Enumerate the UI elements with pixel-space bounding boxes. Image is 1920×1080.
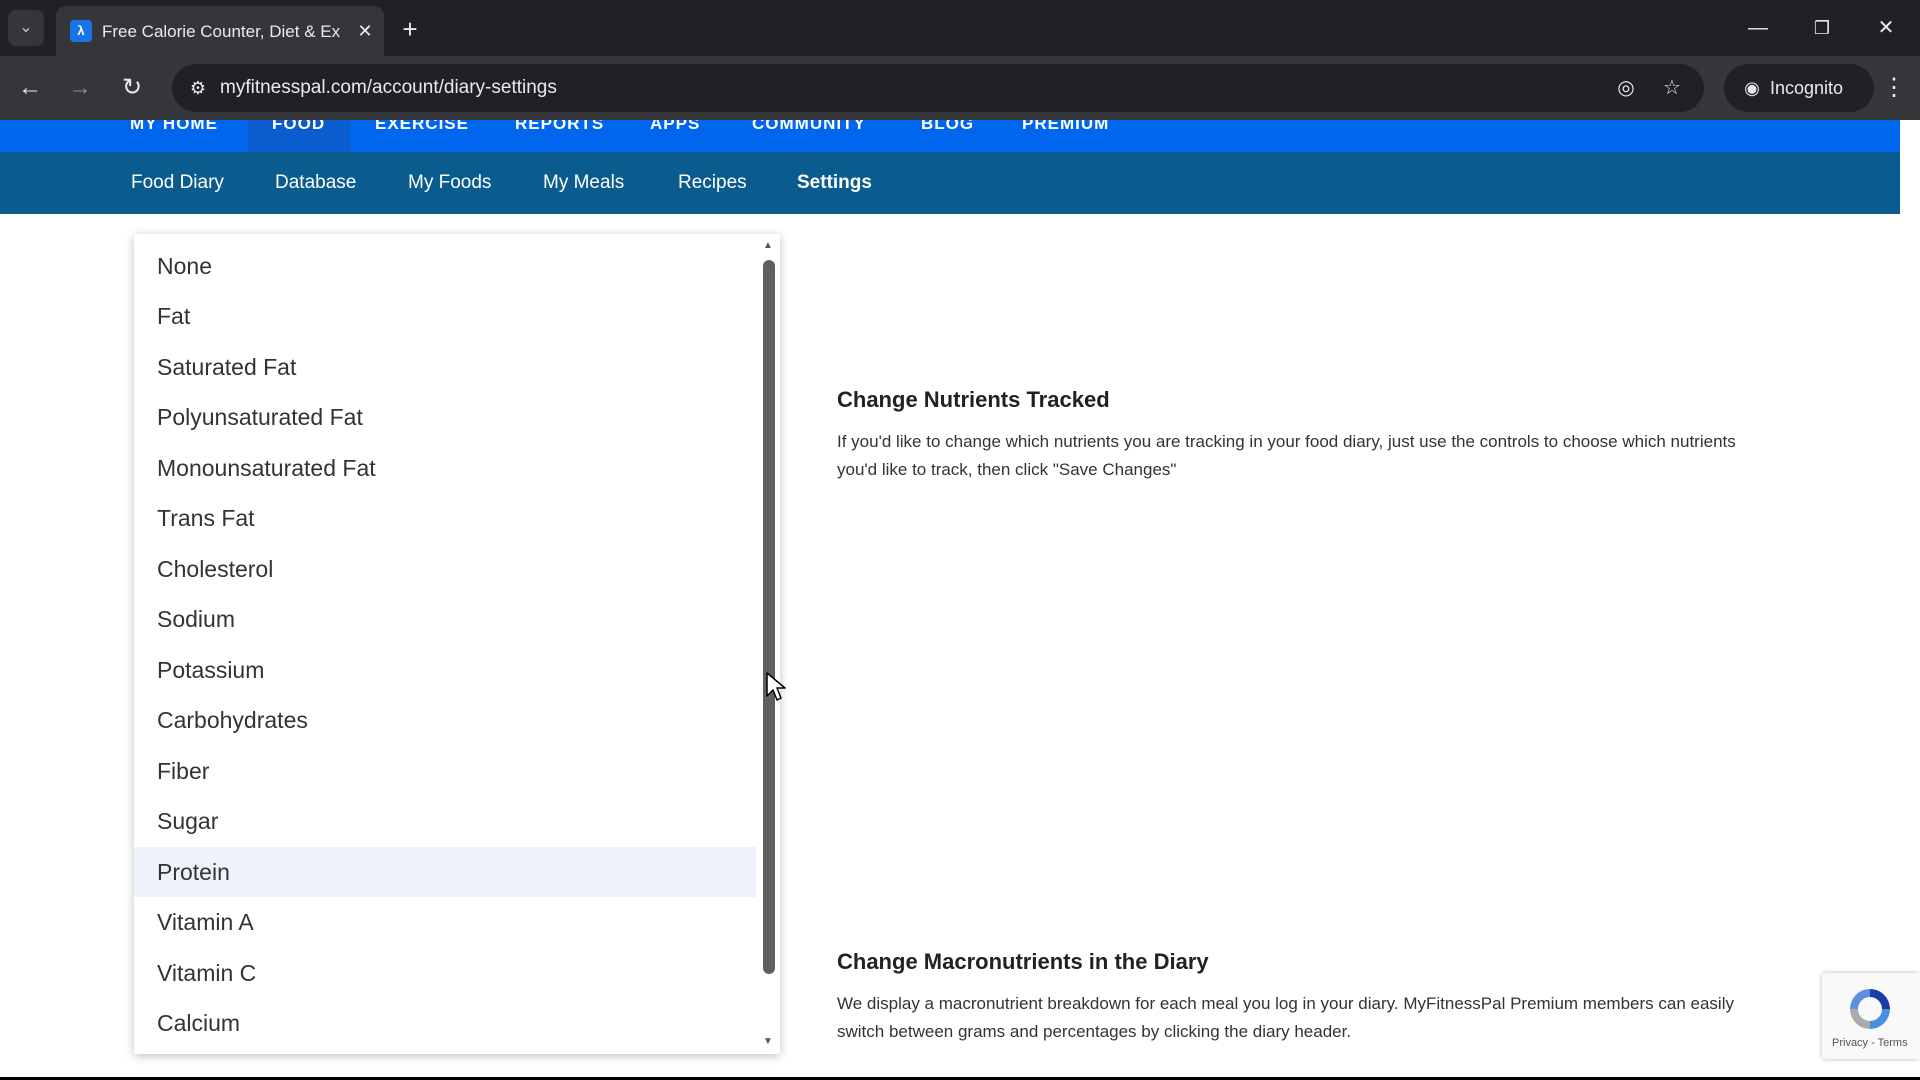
close-window-icon[interactable]: ✕ — [1858, 8, 1914, 48]
top-nav-food[interactable]: FOOD — [272, 120, 325, 144]
star-icon[interactable]: ☆ — [1658, 76, 1686, 100]
top-nav-reports[interactable]: REPORTS — [515, 120, 604, 144]
eye-off-icon[interactable]: ◎ — [1612, 76, 1640, 100]
back-icon[interactable]: ← — [10, 68, 50, 108]
main-content: None Fat Saturated Fat Polyunsaturated F… — [0, 214, 1920, 1080]
dropdown-option-fat[interactable]: Fat — [134, 291, 762, 341]
sub-nav-database[interactable]: Database — [275, 172, 356, 194]
sub-nav-food-diary[interactable]: Food Diary — [131, 172, 224, 194]
macros-section-text: We display a macronutrient breakdown for… — [837, 994, 1734, 1041]
sub-nav-settings[interactable]: Settings — [797, 172, 872, 194]
dropdown-option-none[interactable]: None — [134, 241, 762, 291]
dropdown-option-potassium[interactable]: Potassium — [134, 645, 762, 695]
forward-icon[interactable]: → — [60, 68, 100, 108]
browser-tab-bar: ⌄ λ Free Calorie Counter, Diet & Ex ✕ + … — [0, 0, 1920, 56]
nutrient-dropdown-list[interactable]: None Fat Saturated Fat Polyunsaturated F… — [134, 234, 780, 1054]
mouse-cursor-icon — [766, 672, 786, 701]
favicon-icon: λ — [70, 20, 92, 42]
nutrients-section-heading: Change Nutrients Tracked — [837, 387, 1110, 412]
top-nav-premium[interactable]: PREMIUM — [1022, 120, 1109, 144]
url-text[interactable]: myfitnesspal.com/account/diary-settings — [220, 77, 557, 99]
incognito-badge[interactable]: ◉ Incognito — [1724, 64, 1874, 112]
browser-toolbar: ← → ↻ ⚙ myfitnesspal.com/account/diary-s… — [0, 56, 1920, 120]
dropdown-option-carbohydrates[interactable]: Carbohydrates — [134, 695, 762, 745]
recaptcha-icon — [1850, 989, 1890, 1029]
dropdown-option-sugar[interactable]: Sugar — [134, 796, 762, 846]
incognito-label: Incognito — [1770, 78, 1844, 98]
incognito-icon: ◉ — [1744, 78, 1760, 98]
recaptcha-badge[interactable]: Privacy - Terms — [1822, 973, 1920, 1059]
browser-tab[interactable]: λ Free Calorie Counter, Diet & Ex ✕ — [56, 6, 384, 56]
dropdown-option-vitamin-c[interactable]: Vitamin C — [134, 948, 762, 998]
site-info-icon[interactable]: ⚙ — [186, 76, 210, 100]
sub-nav-my-meals[interactable]: My Meals — [543, 172, 624, 194]
dropdown-option-cholesterol[interactable]: Cholesterol — [134, 544, 762, 594]
site-top-nav: MY HOME FOOD EXERCISE REPORTS APPS COMMU… — [0, 120, 1900, 152]
tab-list-icon[interactable]: ⌄ — [8, 10, 44, 46]
restore-icon[interactable]: ❐ — [1794, 8, 1850, 48]
sub-nav-recipes[interactable]: Recipes — [678, 172, 747, 194]
dropdown-option-trans-fat[interactable]: Trans Fat — [134, 493, 762, 543]
tab-title: Free Calorie Counter, Diet & Ex — [102, 22, 341, 41]
dropdown-option-polyunsaturated-fat[interactable]: Polyunsaturated Fat — [134, 392, 762, 442]
sub-nav-my-foods[interactable]: My Foods — [408, 172, 491, 194]
top-nav-apps[interactable]: APPS — [650, 120, 700, 144]
dropdown-option-protein[interactable]: Protein — [134, 847, 762, 897]
close-icon[interactable]: ✕ — [352, 18, 378, 44]
top-nav-my-home[interactable]: MY HOME — [130, 120, 218, 144]
nutrients-section-text: If you'd like to change which nutrients … — [837, 432, 1736, 479]
macros-section-heading: Change Macronutrients in the Diary — [837, 949, 1209, 974]
minimize-icon[interactable]: — — [1730, 8, 1786, 48]
scrollbar-thumb[interactable] — [763, 260, 775, 974]
top-nav-exercise[interactable]: EXERCISE — [375, 120, 469, 144]
address-bar[interactable]: ⚙ myfitnesspal.com/account/diary-setting… — [172, 64, 1704, 112]
recaptcha-links[interactable]: Privacy - Terms — [1832, 1037, 1908, 1049]
scroll-up-icon[interactable]: ▲ — [762, 240, 774, 252]
reload-icon[interactable]: ↻ — [112, 68, 152, 108]
dropdown-option-fiber[interactable]: Fiber — [134, 746, 762, 796]
dropdown-option-monounsaturated-fat[interactable]: Monounsaturated Fat — [134, 443, 762, 493]
scroll-down-icon[interactable]: ▼ — [762, 1036, 774, 1048]
dropdown-option-saturated-fat[interactable]: Saturated Fat — [134, 342, 762, 392]
site-sub-nav: Food Diary Database My Foods My Meals Re… — [0, 152, 1900, 214]
dropdown-option-sodium[interactable]: Sodium — [134, 594, 762, 644]
plus-icon[interactable]: + — [392, 12, 428, 48]
dropdown-option-calcium[interactable]: Calcium — [134, 998, 762, 1048]
kebab-menu-icon[interactable]: ⋮ — [1876, 68, 1912, 108]
dropdown-option-vitamin-a[interactable]: Vitamin A — [134, 897, 762, 947]
top-nav-community[interactable]: COMMUNITY — [752, 120, 866, 144]
top-nav-blog[interactable]: BLOG — [921, 120, 974, 144]
